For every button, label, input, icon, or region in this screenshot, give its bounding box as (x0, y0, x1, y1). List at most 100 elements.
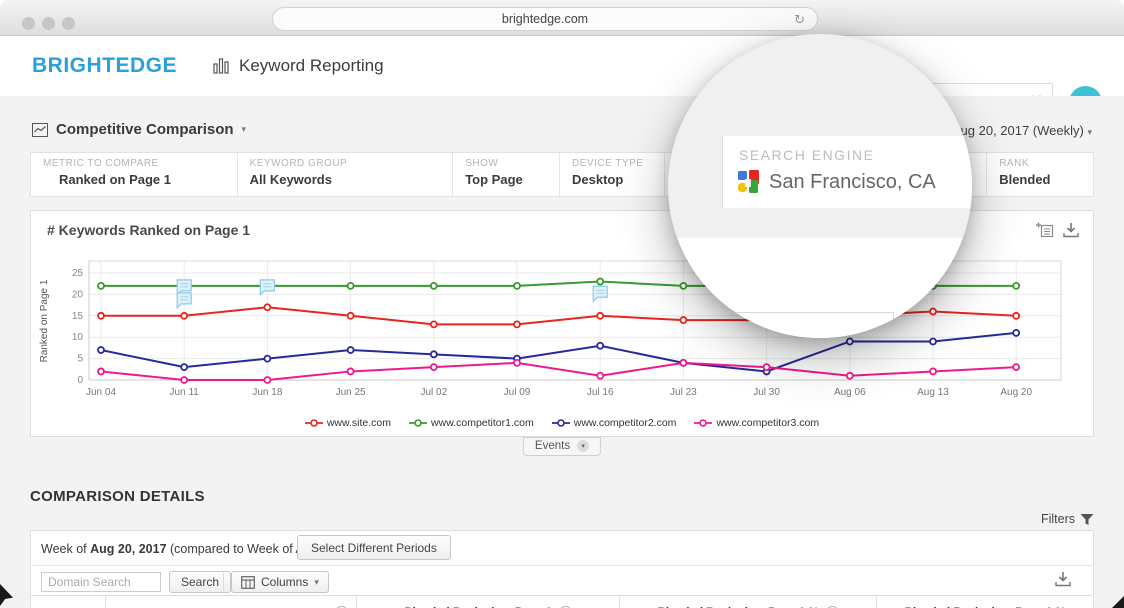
x-tick-label: Jun 04 (86, 387, 116, 398)
date-range-selector[interactable]: Aug 20, 2017 (Weekly) ▾ (952, 123, 1092, 138)
filter-show[interactable]: SHOW Top Page (453, 153, 560, 196)
data-point[interactable] (98, 313, 104, 319)
legend-label: www.site.com (327, 417, 391, 429)
legend-marker (305, 419, 323, 427)
data-point[interactable] (264, 356, 270, 362)
data-point[interactable] (98, 368, 104, 374)
x-tick-label: Jul 16 (587, 387, 614, 398)
data-point[interactable] (680, 360, 686, 366)
data-point[interactable] (930, 368, 936, 374)
table-header-graph[interactable] (31, 596, 106, 608)
data-point[interactable] (847, 373, 853, 379)
window-close-button[interactable] (22, 17, 35, 30)
line-chart-icon (32, 123, 48, 137)
data-point[interactable] (1013, 364, 1019, 370)
table-header-domain[interactable]: ? (106, 596, 358, 608)
google-logo-icon (737, 170, 760, 195)
bar-chart-icon (213, 58, 230, 74)
columns-button[interactable]: Columns ▾ (231, 571, 329, 593)
data-point[interactable] (597, 313, 603, 319)
filter-value: Top Page (465, 172, 559, 187)
window-zoom-button[interactable] (62, 17, 75, 30)
magnified-background (668, 208, 972, 238)
download-icon[interactable] (1063, 222, 1079, 238)
app-header: BRIGHTEDGE Keyword Reporting ✕ M (0, 36, 1124, 96)
chevron-down-icon: ▾ (242, 124, 247, 135)
magnified-search-engine-filter[interactable]: SEARCH ENGINE San Francisco, CA (722, 135, 972, 208)
filter-metric-to-compare[interactable]: METRIC TO COMPARE Ranked on Page 1 (31, 153, 238, 196)
domain-search-input[interactable] (41, 572, 161, 592)
data-point[interactable] (181, 313, 187, 319)
data-point[interactable] (348, 347, 354, 353)
reload-icon[interactable]: ↻ (794, 9, 805, 31)
table-filters-button[interactable]: Filters (1041, 512, 1094, 526)
page-title: Keyword Reporting (213, 56, 384, 76)
data-point[interactable] (348, 283, 354, 289)
data-point[interactable] (348, 368, 354, 374)
events-button-label: Events (535, 440, 570, 452)
filter-label: DEVICE TYPE (572, 158, 664, 169)
select-different-periods-button[interactable]: Select Different Periods (297, 535, 451, 560)
events-button[interactable]: Events ▾ (523, 437, 601, 456)
comparison-details-heading: COMPARISON DETAILS (30, 488, 205, 505)
data-point[interactable] (181, 364, 187, 370)
filter-rank[interactable]: RANK Blended (987, 153, 1093, 196)
table-header-blended-ranked-pct-2[interactable]: Blended Ranked on Page 1 % (877, 596, 1093, 608)
data-point[interactable] (764, 364, 770, 370)
data-point[interactable] (514, 360, 520, 366)
browser-chrome: brightedge.com ↻ (0, 0, 1124, 36)
data-point[interactable] (348, 313, 354, 319)
magnified-panel-corner (730, 312, 894, 338)
data-point[interactable] (98, 347, 104, 353)
filter-device-type[interactable]: DEVICE TYPE Desktop (560, 153, 665, 196)
url-bar[interactable]: brightedge.com ↻ (272, 7, 818, 31)
y-axis-label: Ranked on Page 1 (39, 279, 50, 362)
filters-label: Filters (1041, 512, 1075, 526)
filter-label: RANK (999, 158, 1093, 169)
legend-item-www.competitor1.com[interactable]: www.competitor1.com (409, 417, 534, 429)
add-to-dashboard-icon[interactable] (1036, 222, 1054, 238)
x-tick-label: Jul 23 (670, 387, 697, 398)
data-point[interactable] (597, 343, 603, 349)
data-point[interactable] (98, 283, 104, 289)
filter-value: Ranked on Page 1 (59, 172, 237, 187)
data-point[interactable] (514, 321, 520, 327)
search-button[interactable]: Search (169, 571, 231, 593)
x-tick-label: Jun 18 (252, 387, 282, 398)
chevron-down-icon: ▾ (1087, 127, 1092, 137)
data-point[interactable] (264, 377, 270, 383)
window-minimize-button[interactable] (42, 17, 55, 30)
data-point[interactable] (930, 338, 936, 344)
data-point[interactable] (431, 283, 437, 289)
brand-logo[interactable]: BRIGHTEDGE (32, 54, 177, 78)
table-header-row: ? Blended Ranked on Page 1 ? Blended Ran… (31, 595, 1093, 608)
data-point[interactable] (181, 377, 187, 383)
chart-legend: www.site.com www.competitor1.com www.com… (31, 417, 1093, 429)
data-point[interactable] (1013, 330, 1019, 336)
data-point[interactable] (431, 321, 437, 327)
data-point[interactable] (1013, 313, 1019, 319)
legend-item-www.site.com[interactable]: www.site.com (305, 417, 391, 429)
data-point[interactable] (431, 351, 437, 357)
download-icon[interactable] (1055, 571, 1071, 587)
legend-item-www.competitor2.com[interactable]: www.competitor2.com (552, 417, 677, 429)
x-tick-label: Jul 09 (504, 387, 531, 398)
funnel-icon (1080, 513, 1094, 526)
data-point[interactable] (597, 373, 603, 379)
y-tick-label: 10 (72, 332, 84, 343)
legend-item-www.competitor3.com[interactable]: www.competitor3.com (694, 417, 819, 429)
data-point[interactable] (431, 364, 437, 370)
data-point[interactable] (597, 279, 603, 285)
section-dropdown-competitive-comparison[interactable]: Competitive Comparison ▾ (32, 121, 246, 138)
divider (223, 573, 224, 591)
filter-keyword-group[interactable]: KEYWORD GROUP All Keywords (238, 153, 454, 196)
x-tick-label: Jul 30 (753, 387, 780, 398)
url-text: brightedge.com (502, 12, 588, 26)
data-point[interactable] (514, 283, 520, 289)
data-point[interactable] (264, 304, 270, 310)
data-point[interactable] (847, 338, 853, 344)
data-point[interactable] (1013, 283, 1019, 289)
table-header-blended-ranked-pct[interactable]: Blended Ranked on Page 1 % ? (620, 596, 878, 608)
table-header-blended-ranked[interactable]: Blended Ranked on Page 1 ? (357, 596, 620, 608)
filter-value: Blended (999, 172, 1093, 187)
